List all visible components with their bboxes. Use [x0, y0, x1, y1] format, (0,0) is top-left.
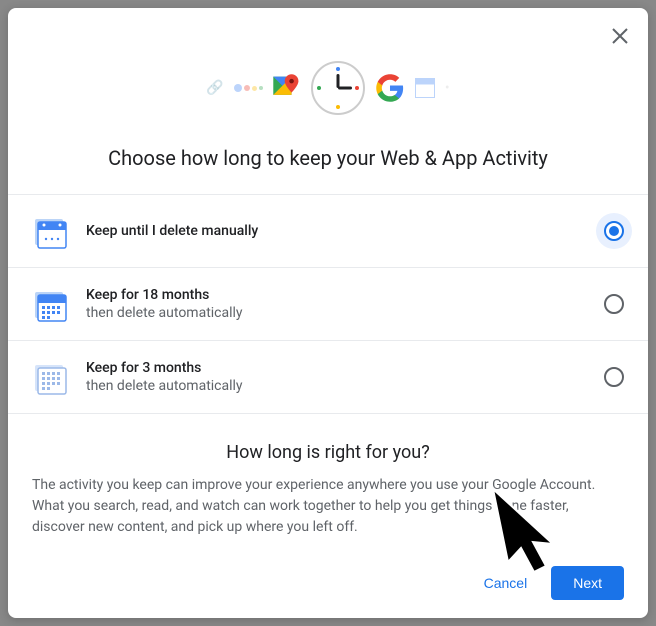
close-button[interactable]: [608, 24, 632, 48]
calendar-3-icon: [32, 359, 68, 395]
google-g-icon: [375, 73, 405, 103]
option-title: Keep until I delete manually: [86, 223, 586, 239]
assistant-icon: [234, 84, 263, 92]
radio-selected[interactable]: [604, 221, 624, 241]
maps-icon: [273, 72, 301, 104]
calendar-18-icon: [32, 286, 68, 322]
radio-unselected[interactable]: [604, 367, 624, 387]
calendar-small-icon: [415, 78, 435, 98]
option-subtitle: then delete automatically: [86, 378, 586, 394]
dialog-footer: Cancel Next: [8, 554, 648, 620]
retention-options: Keep until I delete manually Keep for 18…: [8, 194, 648, 414]
cancel-button[interactable]: Cancel: [472, 567, 540, 599]
option-title: Keep for 3 months: [86, 360, 586, 376]
option-title: Keep for 18 months: [86, 287, 586, 303]
option-keep-manual[interactable]: Keep until I delete manually: [8, 195, 648, 268]
misc-icon: •: [445, 80, 450, 96]
info-heading: How long is right for you?: [32, 442, 624, 463]
option-keep-18-months[interactable]: Keep for 18 months then delete automatic…: [8, 268, 648, 341]
option-text: Keep for 3 months then delete automatica…: [86, 360, 586, 394]
dialog-header: 🔗 • Choose how long to keep your Web & A…: [8, 8, 648, 194]
info-body: The activity you keep can improve your e…: [32, 475, 624, 538]
next-button[interactable]: Next: [551, 566, 624, 600]
retention-dialog: 🔗 • Choose how long to keep your Web & A…: [8, 8, 648, 618]
clock-icon: [311, 61, 365, 115]
product-icon-row: 🔗 •: [28, 58, 628, 118]
info-section: How long is right for you? The activity …: [8, 414, 648, 554]
dialog-title: Choose how long to keep your Web & App A…: [28, 146, 628, 170]
option-keep-3-months[interactable]: Keep for 3 months then delete automatica…: [8, 341, 648, 414]
option-subtitle: then delete automatically: [86, 305, 586, 321]
link-icon: 🔗: [206, 80, 223, 96]
radio-unselected[interactable]: [604, 294, 624, 314]
option-text: Keep for 18 months then delete automatic…: [86, 287, 586, 321]
close-icon: [612, 28, 628, 44]
calendar-manual-icon: [32, 213, 68, 249]
option-text: Keep until I delete manually: [86, 223, 586, 239]
